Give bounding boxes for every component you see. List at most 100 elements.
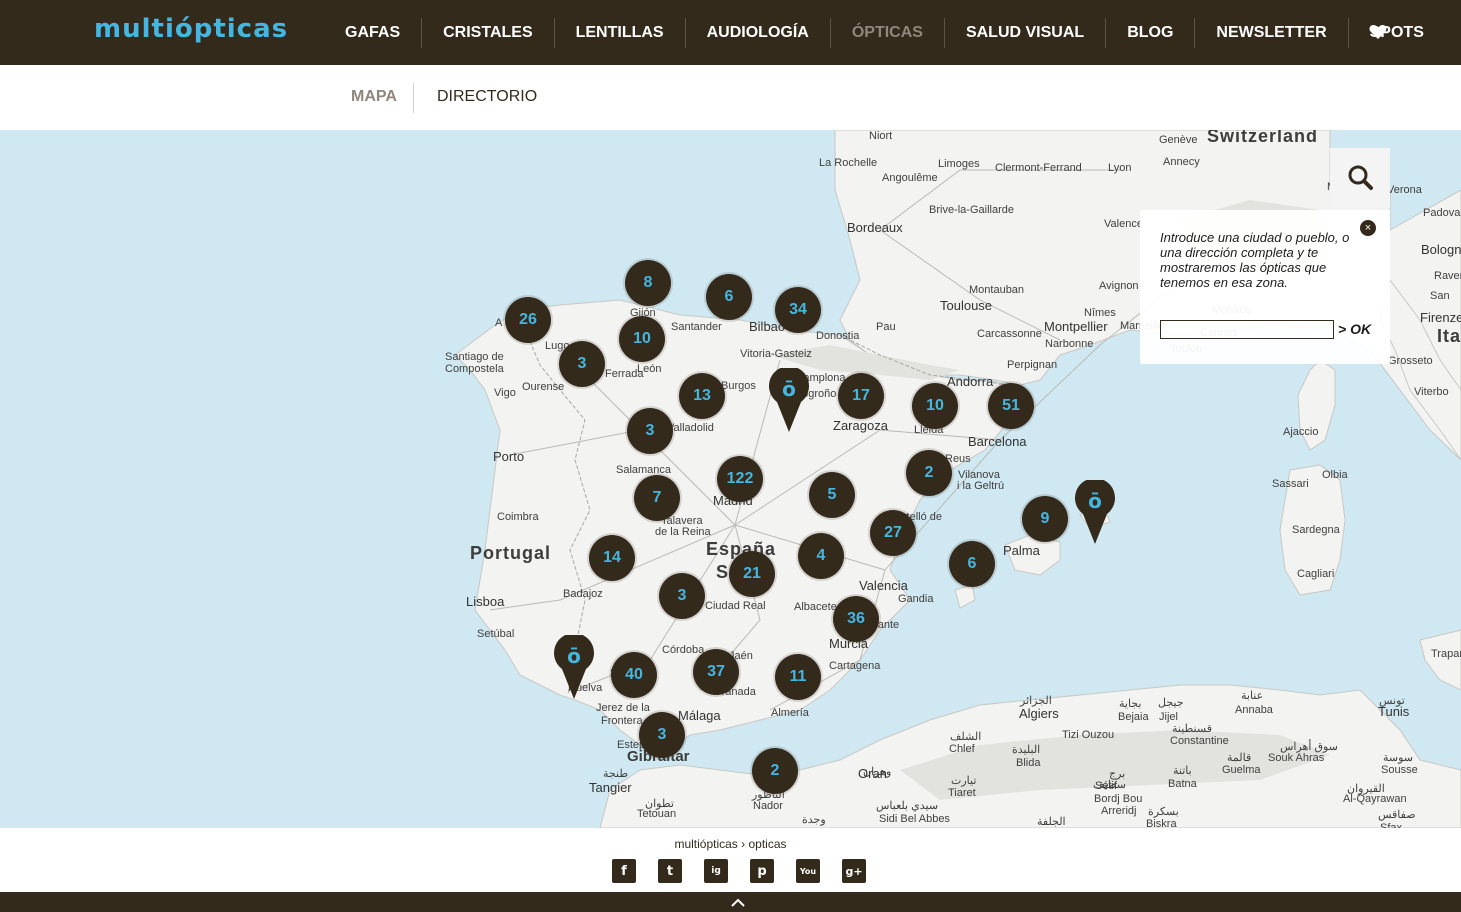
place-label: تيارت: [951, 775, 977, 787]
place-label: Algiers: [1019, 706, 1059, 721]
store-cluster[interactable]: 34: [775, 287, 821, 333]
store-cluster[interactable]: 7: [634, 475, 680, 521]
place-label: Switzerland: [1207, 130, 1319, 146]
nav-opticas[interactable]: ÓPTICAS: [831, 17, 945, 48]
place-label: León: [637, 363, 662, 375]
place-label: Sardegna: [1292, 524, 1340, 536]
store-cluster[interactable]: 2: [906, 450, 952, 496]
close-icon[interactable]: ×: [1360, 220, 1376, 236]
location-search-input[interactable]: [1160, 320, 1334, 339]
place-label: Sassari: [1272, 478, 1309, 490]
place-label: Burgos: [721, 380, 756, 392]
store-cluster[interactable]: 3: [559, 341, 605, 387]
place-label: Brive-la-Gaillarde: [929, 204, 1014, 216]
place-label: طنجة: [603, 768, 629, 780]
place-label: Blida: [1016, 757, 1041, 769]
place-label: باتنة: [1173, 765, 1192, 777]
store-cluster[interactable]: 2: [752, 748, 798, 794]
place-label: San: [1430, 290, 1450, 302]
place-label: Trapani: [1431, 648, 1461, 660]
store-cluster[interactable]: 13: [679, 373, 725, 419]
place-label: Montauban: [969, 284, 1025, 296]
store-cluster[interactable]: 4: [798, 533, 844, 579]
twitter-icon[interactable]: t: [658, 859, 682, 883]
search-ok-button[interactable]: > OK: [1338, 320, 1371, 339]
youtube-icon[interactable]: You: [796, 859, 820, 883]
store-cluster[interactable]: 6: [949, 541, 995, 587]
place-label: Ravenna: [1434, 270, 1461, 282]
store-location-pin[interactable]: ō: [553, 635, 595, 701]
place-label: Tangier: [589, 780, 632, 795]
store-cluster[interactable]: 37: [693, 649, 739, 695]
nav-audiologia[interactable]: AUDIOLOGÍA: [686, 17, 831, 48]
store-location-pin[interactable]: ō: [768, 368, 810, 434]
place-label: Nador: [753, 800, 783, 812]
place-label: Frontera: [601, 715, 643, 727]
place-label: Clermont-Ferrand: [995, 162, 1082, 174]
store-cluster[interactable]: 3: [627, 408, 673, 454]
place-label: Genève: [1159, 134, 1198, 146]
search-toggle-button[interactable]: [1330, 148, 1390, 208]
pinterest-icon[interactable]: p: [750, 859, 774, 883]
store-cluster[interactable]: 21: [729, 551, 775, 597]
store-cluster[interactable]: 17: [838, 373, 884, 419]
place-label: قالمة: [1227, 752, 1252, 764]
place-label: Padova: [1423, 207, 1461, 219]
google-plus-icon[interactable]: g+: [842, 859, 866, 883]
store-cluster[interactable]: 10: [912, 383, 958, 429]
store-cluster[interactable]: 11: [775, 654, 821, 700]
heart-icon[interactable]: [1368, 22, 1388, 42]
place-label: Jijel: [1159, 711, 1178, 723]
nav-cristales[interactable]: CRISTALES: [422, 17, 555, 48]
place-label: Italia: [1437, 326, 1461, 346]
nav-salud-visual[interactable]: SALUD VISUAL: [945, 17, 1107, 48]
breadcrumb-home[interactable]: multiópticas: [674, 837, 737, 851]
top-navbar: multiópticas GAFAS CRISTALES LENTILLAS A…: [0, 0, 1461, 65]
pin-logo-letter: ō: [1088, 489, 1102, 513]
place-label: de la Reina: [655, 526, 711, 538]
store-cluster[interactable]: 3: [659, 573, 705, 619]
store-cluster[interactable]: 9: [1022, 496, 1068, 542]
store-location-pin[interactable]: ō: [1074, 480, 1116, 546]
place-label: Tetouan: [637, 808, 677, 820]
land-ibiza: [954, 584, 976, 609]
instagram-icon[interactable]: ig: [704, 859, 728, 883]
store-cluster[interactable]: 122: [717, 456, 763, 502]
nav-gafas[interactable]: GAFAS: [324, 17, 423, 48]
nav-blog[interactable]: BLOG: [1106, 17, 1196, 48]
place-label: Tunis: [1378, 704, 1410, 719]
nav-lentillas[interactable]: LENTILLAS: [555, 17, 686, 48]
land-sicily: [1419, 629, 1461, 691]
place-label: Cagliari: [1297, 568, 1335, 580]
store-cluster[interactable]: 3: [639, 712, 685, 758]
place-label: Albacete: [794, 601, 837, 613]
store-cluster[interactable]: 51: [988, 383, 1034, 429]
nav-spots[interactable]: SPOTS: [1349, 18, 1445, 48]
chevron-up-icon[interactable]: [730, 895, 746, 909]
store-cluster[interactable]: 26: [505, 297, 551, 343]
store-cluster[interactable]: 6: [706, 274, 752, 320]
store-cluster[interactable]: 40: [611, 652, 657, 698]
place-label: Valencia: [859, 578, 908, 593]
store-cluster[interactable]: 36: [833, 596, 879, 642]
subnav-mapa[interactable]: MAPA: [351, 86, 397, 108]
place-label: Toulouse: [940, 298, 993, 313]
bottom-bar: [0, 892, 1461, 912]
subnav-directorio[interactable]: DIRECTORIO: [437, 86, 537, 108]
store-cluster[interactable]: 8: [625, 260, 671, 306]
place-label: Grosseto: [1388, 355, 1433, 367]
store-map[interactable]: Switzerland Niort La Rochelle Limoges Clermo…: [0, 130, 1461, 828]
logo[interactable]: multiópticas: [94, 14, 288, 44]
store-cluster[interactable]: 14: [589, 535, 635, 581]
place-label: Viterbo: [1414, 386, 1449, 398]
store-cluster[interactable]: 10: [619, 316, 665, 362]
place-label: صفاقس: [1378, 809, 1416, 821]
nav-newsletter[interactable]: NEWSLETTER: [1195, 17, 1349, 48]
store-cluster[interactable]: 27: [870, 510, 916, 556]
place-label: Biskra: [1146, 818, 1177, 828]
store-cluster[interactable]: 5: [809, 472, 855, 518]
place-label: Oran: [858, 766, 887, 781]
place-label: Narbonne: [1045, 338, 1094, 350]
facebook-icon[interactable]: f: [612, 859, 636, 883]
place-label: بسكرة: [1148, 806, 1179, 818]
